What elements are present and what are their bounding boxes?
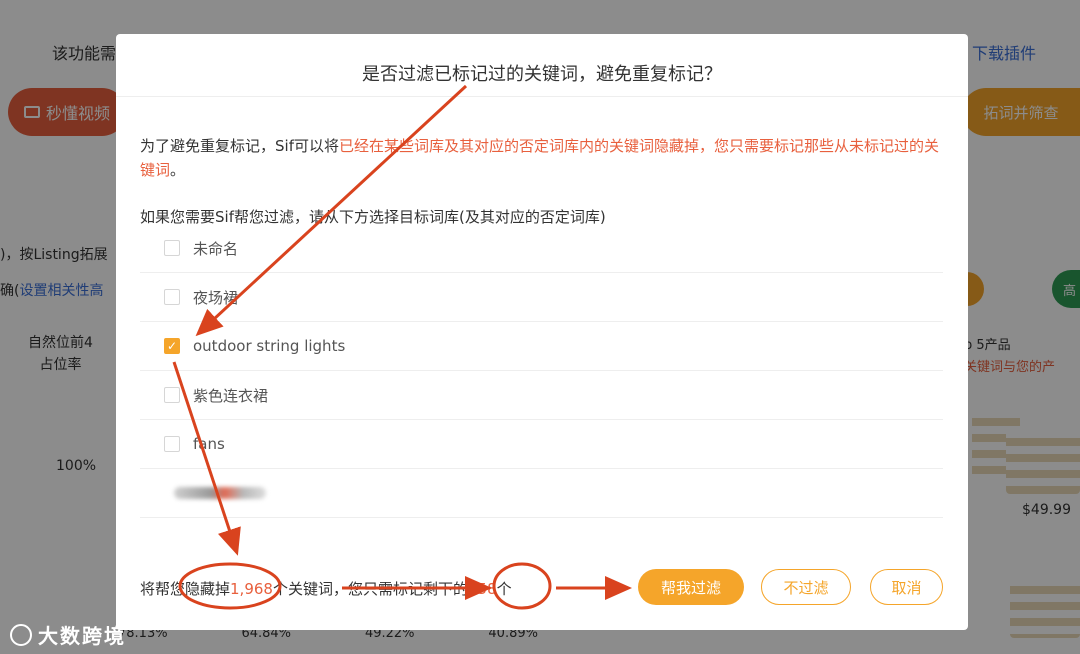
remaining-count: 358 — [467, 580, 497, 598]
library-list: 未命名 夜场裙 ✓ outdoor string lights 紫色连衣裙 fa… — [140, 224, 943, 518]
filter-button[interactable]: 帮我过滤 — [638, 569, 744, 605]
library-item[interactable]: 未命名 — [140, 224, 943, 273]
library-label: 未命名 — [193, 239, 239, 258]
library-checkbox[interactable] — [164, 436, 180, 452]
blurred-library-label — [174, 487, 266, 499]
library-item[interactable]: ✓ outdoor string lights — [140, 322, 943, 371]
library-item[interactable]: 紫色连衣裙 — [140, 371, 943, 420]
summary-part3: 个 — [496, 580, 512, 598]
library-label: outdoor string lights — [193, 337, 346, 355]
library-item[interactable]: 夜场裙 — [140, 273, 943, 322]
dialog-intro: 为了避免重复标记，Sif可以将已经在某些词库及其对应的否定词库内的关键词隐藏掉，… — [140, 134, 940, 182]
library-checkbox[interactable] — [164, 387, 180, 403]
dialog-title: 是否过滤已标记过的关键词，避免重复标记？ — [362, 64, 722, 85]
filter-dialog: 是否过滤已标记过的关键词，避免重复标记？ 为了避免重复标记，Sif可以将已经在某… — [116, 34, 968, 630]
watermark-logo-icon — [10, 623, 32, 646]
intro-prefix: 为了避免重复标记，Sif可以将 — [140, 137, 339, 155]
library-label: fans — [193, 435, 225, 453]
cancel-button[interactable]: 取消 — [870, 569, 943, 605]
library-checkbox[interactable] — [164, 240, 180, 256]
library-label: 紫色连衣裙 — [193, 386, 269, 405]
library-checkbox-checked[interactable]: ✓ — [164, 338, 180, 354]
summary-part1: 将帮您隐藏掉 — [140, 580, 231, 598]
filter-summary: 将帮您隐藏掉1,968个关键词，您只需标记剩下的358个 — [140, 578, 512, 599]
no-filter-button[interactable]: 不过滤 — [761, 569, 851, 605]
watermark-text: 大数跨境 — [38, 624, 126, 648]
library-checkbox[interactable] — [164, 289, 180, 305]
title-divider — [116, 96, 968, 97]
library-item-blurred[interactable] — [140, 469, 943, 518]
watermark: 大数跨境 — [10, 620, 126, 649]
summary-part2: 个关键词，您只需标记剩下的 — [272, 580, 468, 598]
intro-suffix: 。 — [170, 161, 186, 179]
library-label: 夜场裙 — [193, 288, 239, 307]
hidden-count: 1,968 — [230, 580, 273, 598]
check-icon: ✓ — [166, 339, 178, 353]
library-item[interactable]: fans — [140, 420, 943, 469]
